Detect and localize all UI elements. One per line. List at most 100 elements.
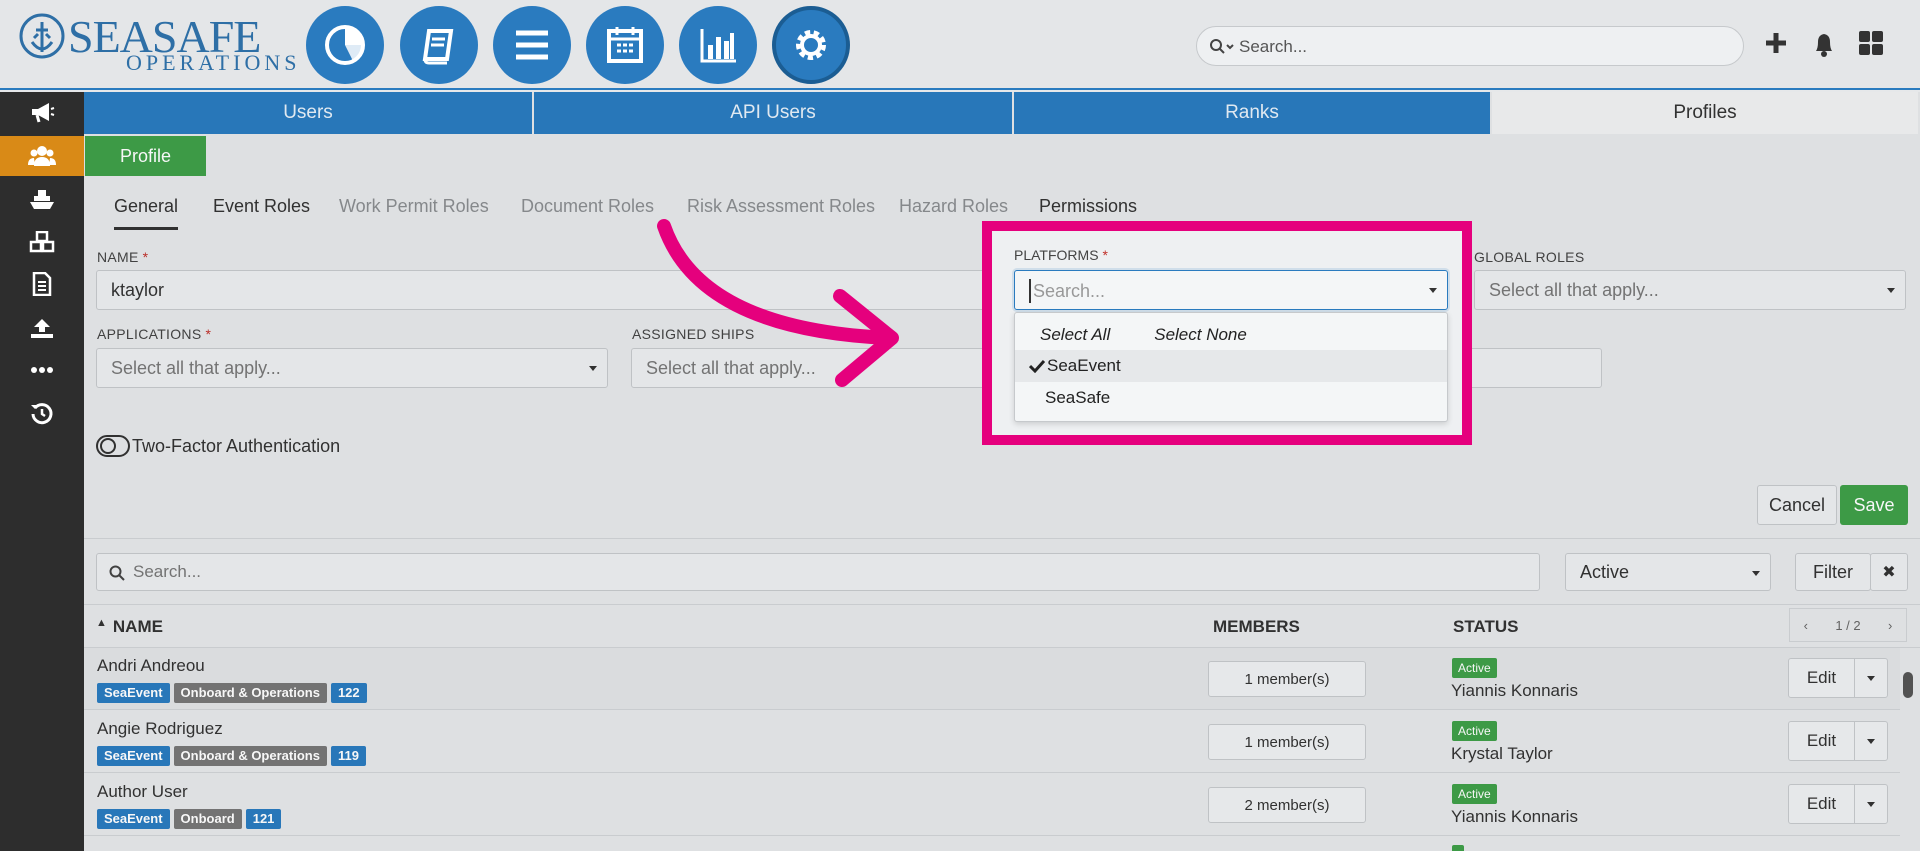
platforms-label: PLATFORMS * (1014, 247, 1108, 263)
platform-option-seaevent[interactable]: SeaEvent (1015, 350, 1447, 382)
subtab-general[interactable]: General (114, 196, 179, 230)
edit-button-group[interactable]: Edit (1788, 658, 1888, 698)
name-value: ktaylor (111, 279, 165, 300)
global-roles-placeholder: Select all that apply... (1489, 279, 1659, 300)
plus-icon[interactable] (1763, 30, 1789, 56)
dropdown-actions: Select All Select None (1040, 325, 1291, 345)
edit-button-group[interactable]: Edit (1788, 784, 1888, 824)
status-filter-select[interactable]: Active (1565, 553, 1771, 591)
sidebar-item-history[interactable] (0, 394, 84, 434)
edit-button-group[interactable]: Edit (1788, 721, 1888, 761)
global-roles-label: GLOBAL ROLES (1474, 249, 1585, 265)
sidebar-item-ships[interactable] (0, 180, 84, 220)
dashboard-button[interactable] (306, 6, 384, 84)
tab-ranks[interactable]: Ranks (1014, 92, 1492, 134)
calendar-button[interactable] (586, 6, 664, 84)
row-owner: Krystal Taylor (1451, 744, 1553, 763)
sidebar-item-modules[interactable] (0, 222, 84, 262)
members-button[interactable]: 1 member(s) (1208, 724, 1366, 760)
tag-application: Onboard & Operations (173, 683, 327, 703)
sidebar-item-documents[interactable] (0, 264, 84, 304)
tab-profiles[interactable]: Profiles (1492, 92, 1920, 134)
platforms-search-input[interactable] (1029, 279, 1419, 303)
table-header: ▲ NAME MEMBERS STATUS (84, 604, 1920, 648)
brand-subtitle: OPERATIONS (126, 50, 301, 75)
app-logo[interactable]: SEASAFE OPERATIONS (16, 11, 296, 78)
global-roles-select[interactable]: Select all that apply... (1474, 270, 1906, 310)
subtab-document-roles: Document Roles (521, 196, 655, 216)
applications-placeholder: Select all that apply... (111, 357, 281, 378)
edit-button[interactable]: Edit (1789, 785, 1855, 823)
list-search[interactable]: Search... (96, 553, 1540, 591)
status-badge: Active (1452, 658, 1497, 678)
pager-next-icon[interactable]: › (1888, 618, 1892, 633)
sort-asc-icon: ▲ (96, 617, 107, 629)
chevron-down-icon[interactable] (1429, 288, 1437, 293)
history-icon (31, 403, 53, 425)
tag-id: 122 (330, 683, 367, 703)
sidebar-item-users[interactable] (0, 136, 84, 176)
chevron-down-icon[interactable] (1867, 802, 1875, 807)
close-icon: ✖ (1882, 564, 1896, 581)
filter-button[interactable]: Filter (1795, 553, 1871, 591)
documents-button[interactable] (400, 6, 478, 84)
table-row[interactable]: Author User SeaEvent Onboard 121 2 member(… (84, 774, 1900, 836)
row-owner: Yiannis Konnaris (1451, 807, 1578, 826)
status-badge: Active (1452, 721, 1497, 741)
save-button[interactable]: Save (1840, 485, 1908, 525)
extra-field[interactable] (1462, 348, 1602, 388)
reports-button[interactable] (679, 6, 757, 84)
chevron-down-icon (589, 366, 597, 371)
row-owner: Yiannis Konnaris (1451, 681, 1578, 700)
global-search[interactable] (1196, 26, 1744, 66)
chevron-down-icon (1752, 571, 1760, 576)
members-button[interactable]: 2 member(s) (1208, 787, 1366, 823)
select-all-button[interactable]: Select All (1040, 325, 1110, 344)
table-row[interactable]: Andri Andreou SeaEvent Onboard & Operatio… (84, 648, 1900, 710)
settings-button[interactable] (772, 6, 850, 84)
profile-button[interactable]: Profile (85, 136, 206, 176)
filter-bar: Search... Active Filter ✖ (84, 538, 1920, 600)
tab-api-users[interactable]: API Users (534, 92, 1014, 134)
applications-select[interactable]: Select all that apply... (96, 348, 608, 388)
edit-button[interactable]: Edit (1789, 722, 1855, 760)
scrollbar-thumb[interactable] (1903, 672, 1913, 698)
members-column-header: MEMBERS (1213, 617, 1300, 636)
two-factor-toggle[interactable] (96, 435, 130, 457)
pager: ‹ 1 / 2 › (1789, 608, 1907, 642)
platform-option-seasafe[interactable]: SeaSafe (1015, 382, 1447, 414)
main-tabs: Users API Users Ranks Profiles (84, 92, 1920, 134)
cancel-button[interactable]: Cancel (1757, 485, 1837, 525)
chevron-down-icon[interactable] (1867, 739, 1875, 744)
sidebar-item-more[interactable] (0, 350, 84, 390)
sort-name-column[interactable]: ▲ NAME (96, 617, 163, 637)
callout-arrow-icon (657, 219, 899, 387)
subtab-work-permit-roles: Work Permit Roles (339, 196, 489, 216)
row-tags: SeaEvent Onboard & Operations 119 (97, 746, 370, 766)
bar-chart-icon (700, 29, 736, 63)
bell-icon[interactable] (1810, 30, 1838, 58)
pager-prev-icon[interactable]: ‹ (1804, 618, 1808, 633)
subtab-event-roles[interactable]: Event Roles (213, 196, 310, 227)
sidebar-item-announcements[interactable] (0, 92, 84, 132)
select-none-button[interactable]: Select None (1154, 325, 1247, 344)
members-button[interactable]: 1 member(s) (1208, 661, 1366, 697)
tab-users[interactable]: Users (84, 92, 534, 134)
table-row[interactable] (84, 837, 1900, 851)
name-label: NAME * (97, 249, 149, 265)
global-search-input[interactable] (1239, 35, 1719, 59)
platforms-select[interactable] (1014, 270, 1448, 310)
table-row[interactable]: Angie Rodriguez SeaEvent Onboard & Operat… (84, 711, 1900, 773)
edit-button[interactable]: Edit (1789, 659, 1855, 697)
scrollbar[interactable] (1902, 650, 1914, 850)
tag-platform: SeaEvent (97, 683, 170, 703)
status-badge: Active (1452, 784, 1497, 804)
clear-filter-button[interactable]: ✖ (1870, 553, 1908, 591)
two-factor-label: Two-Factor Authentication (132, 436, 341, 456)
applications-label: APPLICATIONS * (97, 326, 212, 342)
chevron-down-icon[interactable] (1867, 676, 1875, 681)
grid-icon[interactable] (1858, 30, 1884, 56)
menu-button[interactable] (493, 6, 571, 84)
tag-platform: SeaEvent (97, 809, 170, 829)
sidebar-item-upload[interactable] (0, 308, 84, 348)
